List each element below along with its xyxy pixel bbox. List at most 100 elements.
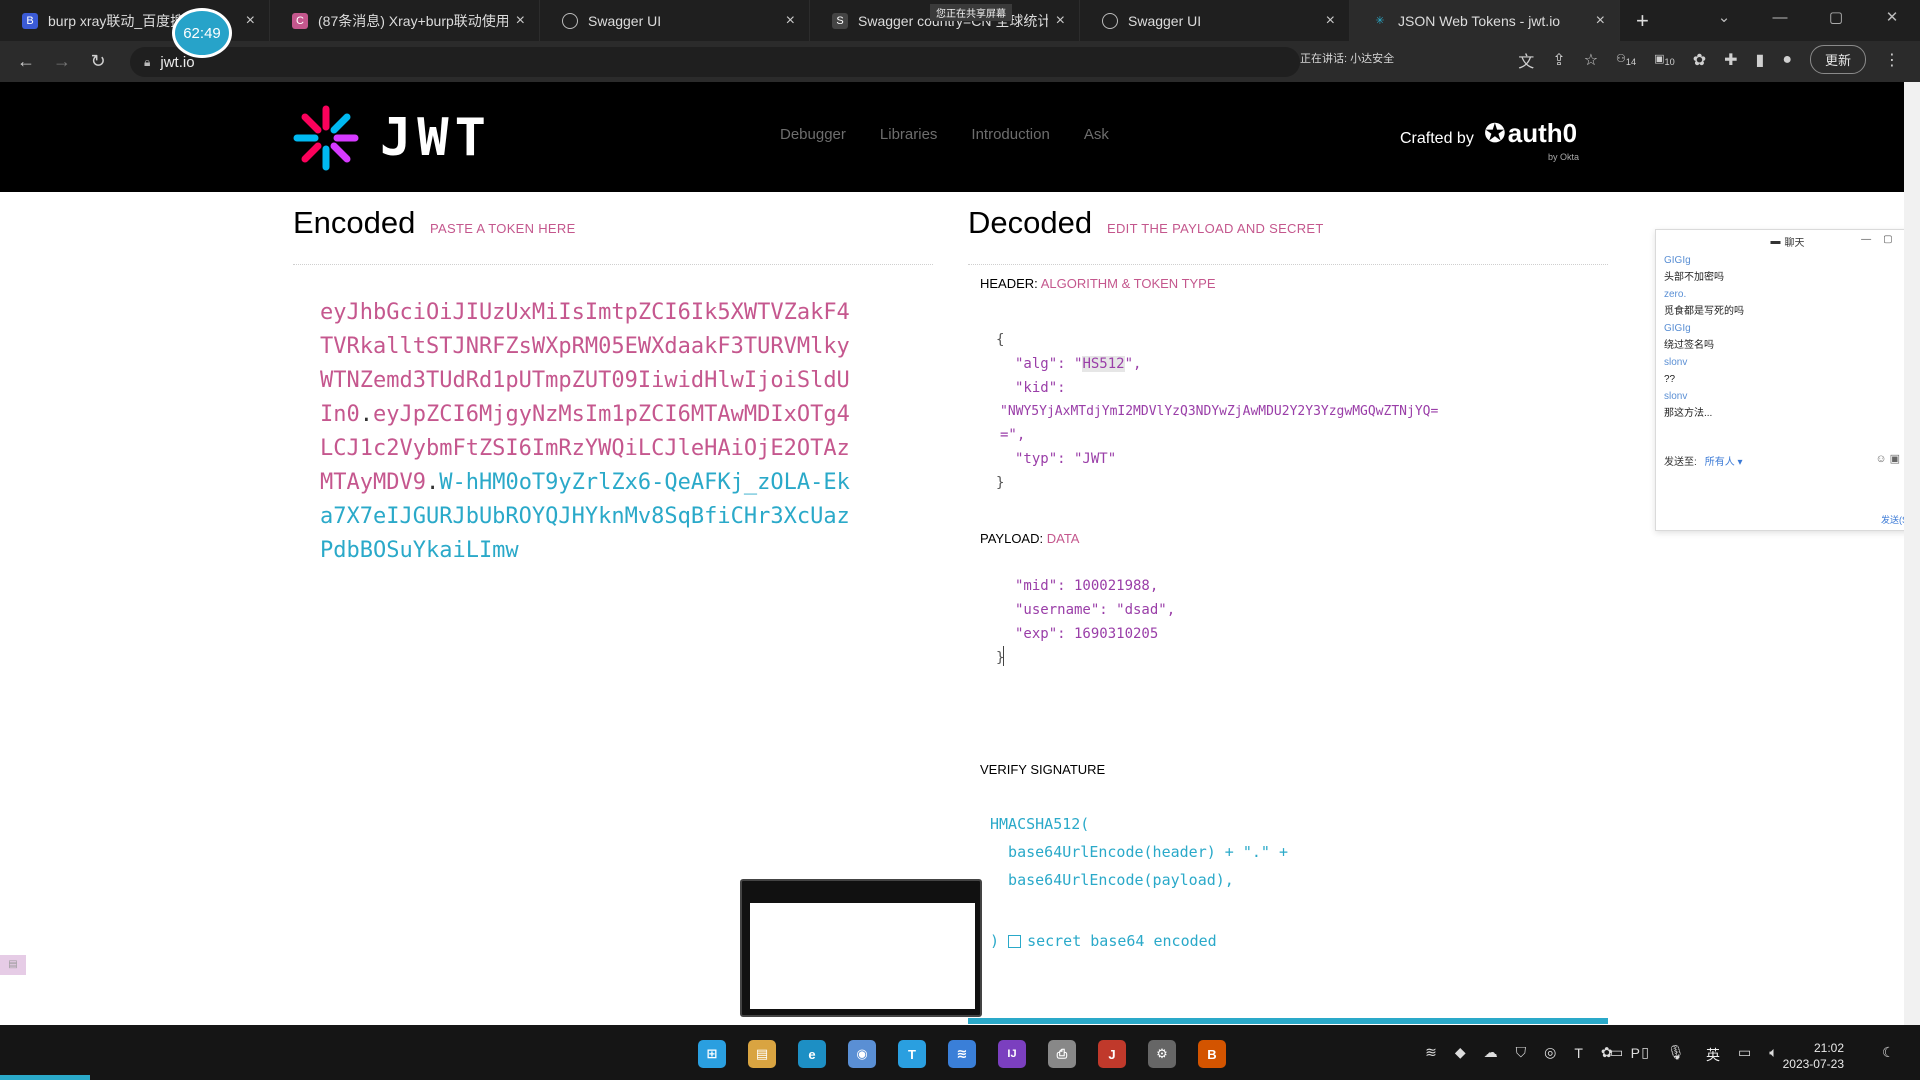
encoded-title: Encoded: [293, 205, 416, 240]
tray-app-icon[interactable]: T: [1574, 1045, 1583, 1061]
menu-icon[interactable]: ⋮: [1884, 50, 1900, 70]
update-button[interactable]: 更新: [1809, 45, 1866, 74]
printer-app-icon[interactable]: ⎙: [1048, 1040, 1076, 1068]
chat-maximize-icon[interactable]: ▢: [1883, 234, 1892, 245]
page-scrollbar[interactable]: [1904, 82, 1920, 1025]
encoded-token-editor[interactable]: eyJhbGciOiJIUzUxMiIsImtpZCI6Ik5XWTVZakF4…: [320, 296, 860, 568]
floating-toolbar-icon[interactable]: ▤: [0, 955, 26, 975]
address-bar[interactable]: 🔒︎ jwt.io: [130, 47, 1300, 77]
verify-signature-label: VERIFY SIGNATURE: [980, 762, 1106, 777]
search-engine-icon: S: [832, 12, 848, 29]
input-language-indicator[interactable]: 英: [1706, 1045, 1720, 1065]
header-kid-key[interactable]: "kid":: [1015, 380, 1066, 396]
tab-jwt-io[interactable]: ✳ JSON Web Tokens - jwt.io ×: [1350, 0, 1620, 41]
tab-title: (87条消息) Xray+burp联动使用: [318, 12, 508, 29]
bookmark-star-icon[interactable]: ☆: [1584, 50, 1598, 70]
window-close-icon[interactable]: ✕: [1864, 0, 1920, 41]
jwt-logo-text[interactable]: JWT: [380, 108, 492, 168]
auth0-logo[interactable]: ✪auth0: [1484, 118, 1577, 149]
extension-badge-10[interactable]: ▣10: [1654, 52, 1675, 67]
sidebar-icon[interactable]: ▮: [1756, 50, 1765, 70]
tray-app-icon[interactable]: ≋: [1425, 1044, 1437, 1061]
nav-debugger[interactable]: Debugger: [780, 126, 846, 143]
jwt-icon: ✳: [1375, 15, 1385, 27]
token-dot: .: [359, 402, 373, 427]
system-clock[interactable]: 21:02 2023-07-23: [1783, 1040, 1844, 1072]
forward-icon[interactable]: →: [44, 51, 80, 72]
preview-image: [750, 903, 975, 1009]
tab-swagger-1[interactable]: Swagger UI ×: [540, 0, 810, 41]
chat-message: slonv 那这方法...: [1664, 391, 1713, 419]
tray-app-icon[interactable]: ◎: [1544, 1044, 1556, 1061]
auth0-star-icon: ✪: [1484, 118, 1506, 148]
display-icon[interactable]: ▭: [1610, 1044, 1623, 1061]
window-controls: ⌄ — ▢ ✕: [1696, 0, 1920, 41]
chat-message: GIGIg 绕过签名吗: [1664, 323, 1714, 351]
microphone-icon[interactable]: 🎙︎: [1667, 1044, 1685, 1061]
night-mode-icon[interactable]: ☾: [1882, 1044, 1895, 1061]
volume-icon[interactable]: 🔈︎: [1769, 1044, 1777, 1061]
nav-introduction[interactable]: Introduction: [971, 126, 1049, 143]
close-icon[interactable]: ×: [1326, 12, 1335, 30]
usb-icon[interactable]: ▯: [1641, 1044, 1649, 1061]
site-nav: Debugger Libraries Introduction Ask: [780, 126, 1109, 143]
divider: [293, 264, 933, 265]
tray-shield-icon[interactable]: ⛉: [1516, 1044, 1527, 1061]
secret-base64-checkbox[interactable]: [1008, 935, 1022, 948]
close-icon[interactable]: ×: [1596, 12, 1605, 30]
payload-exp-line[interactable]: "exp": 1690310205: [1015, 626, 1158, 642]
notification-area: ☾: [1882, 1044, 1895, 1061]
taskbar-window-preview[interactable]: [740, 879, 982, 1017]
tray-app-icon[interactable]: ◆: [1455, 1044, 1466, 1061]
close-icon[interactable]: ×: [246, 12, 255, 30]
chrome-browser-icon[interactable]: ◉: [848, 1040, 876, 1068]
header-kid-value[interactable]: "NWY5YjAxMTdjYmI2MDVlYzQ3NDYwZjAwMDU2Y2Y…: [1000, 404, 1438, 419]
decoded-title: Decoded: [968, 205, 1093, 240]
app-wave-icon[interactable]: ≋: [948, 1040, 976, 1068]
crafted-by-label: Crafted by: [1400, 130, 1474, 147]
globe-icon: [1102, 12, 1118, 29]
screenshot-icon[interactable]: ▣: [1890, 453, 1900, 465]
settings-app-icon[interactable]: ⚙: [1148, 1040, 1176, 1068]
intellij-icon[interactable]: IJ: [998, 1040, 1026, 1068]
new-tab-icon[interactable]: +: [1636, 8, 1649, 34]
java-icon[interactable]: J: [1098, 1040, 1126, 1068]
close-icon[interactable]: ×: [516, 12, 525, 30]
payload-username-line[interactable]: "username": "dsad",: [1015, 602, 1175, 618]
header-alg-line[interactable]: "alg": "HS512",: [1015, 356, 1141, 372]
taskbar-accent: [0, 1075, 90, 1080]
share-icon[interactable]: ⇪: [1552, 50, 1565, 70]
payload-mid-line[interactable]: "mid": 100021988,: [1015, 578, 1158, 594]
back-icon[interactable]: ←: [8, 51, 44, 72]
close-icon[interactable]: ×: [786, 12, 795, 30]
header-kid-end[interactable]: =",: [1000, 427, 1025, 443]
edge-browser-icon[interactable]: e: [798, 1040, 826, 1068]
close-icon[interactable]: ×: [1056, 12, 1065, 30]
windows-start-icon[interactable]: ⊞: [698, 1040, 726, 1068]
extension-icon[interactable]: ✿: [1693, 50, 1706, 70]
chat-minimize-icon[interactable]: —: [1861, 234, 1871, 245]
file-explorer-icon[interactable]: ▤: [748, 1040, 776, 1068]
nav-ask[interactable]: Ask: [1084, 126, 1109, 143]
divider: [968, 264, 1608, 265]
nav-libraries[interactable]: Libraries: [880, 126, 938, 143]
reload-icon[interactable]: ↻: [80, 51, 116, 72]
tab-swagger-2[interactable]: Swagger UI ×: [1080, 0, 1350, 41]
header-typ-line[interactable]: "typ": "JWT": [1015, 451, 1116, 467]
tab-csdn[interactable]: C (87条消息) Xray+burp联动使用 ×: [270, 0, 540, 41]
send-to-dropdown[interactable]: 所有人 ▾: [1705, 457, 1743, 468]
network-icon[interactable]: ▭: [1738, 1044, 1751, 1061]
emoji-icon[interactable]: ☺: [1875, 453, 1886, 465]
maximize-icon[interactable]: ▢: [1808, 0, 1864, 41]
app-t-icon[interactable]: T: [898, 1040, 926, 1068]
extension-badge-14[interactable]: ⚇14: [1616, 52, 1636, 67]
share-progress-bar: [968, 1018, 1608, 1024]
translate-icon[interactable]: 文: [1518, 48, 1534, 72]
tab-search-icon[interactable]: ⌄: [1696, 0, 1752, 41]
jwt-logo-icon[interactable]: [293, 105, 359, 171]
burp-suite-icon[interactable]: B: [1198, 1040, 1226, 1068]
minimize-icon[interactable]: —: [1752, 0, 1808, 41]
profile-icon[interactable]: ●: [1782, 51, 1792, 69]
tray-app-icon[interactable]: ☁: [1484, 1044, 1498, 1061]
puzzle-icon[interactable]: ✚: [1724, 50, 1737, 70]
